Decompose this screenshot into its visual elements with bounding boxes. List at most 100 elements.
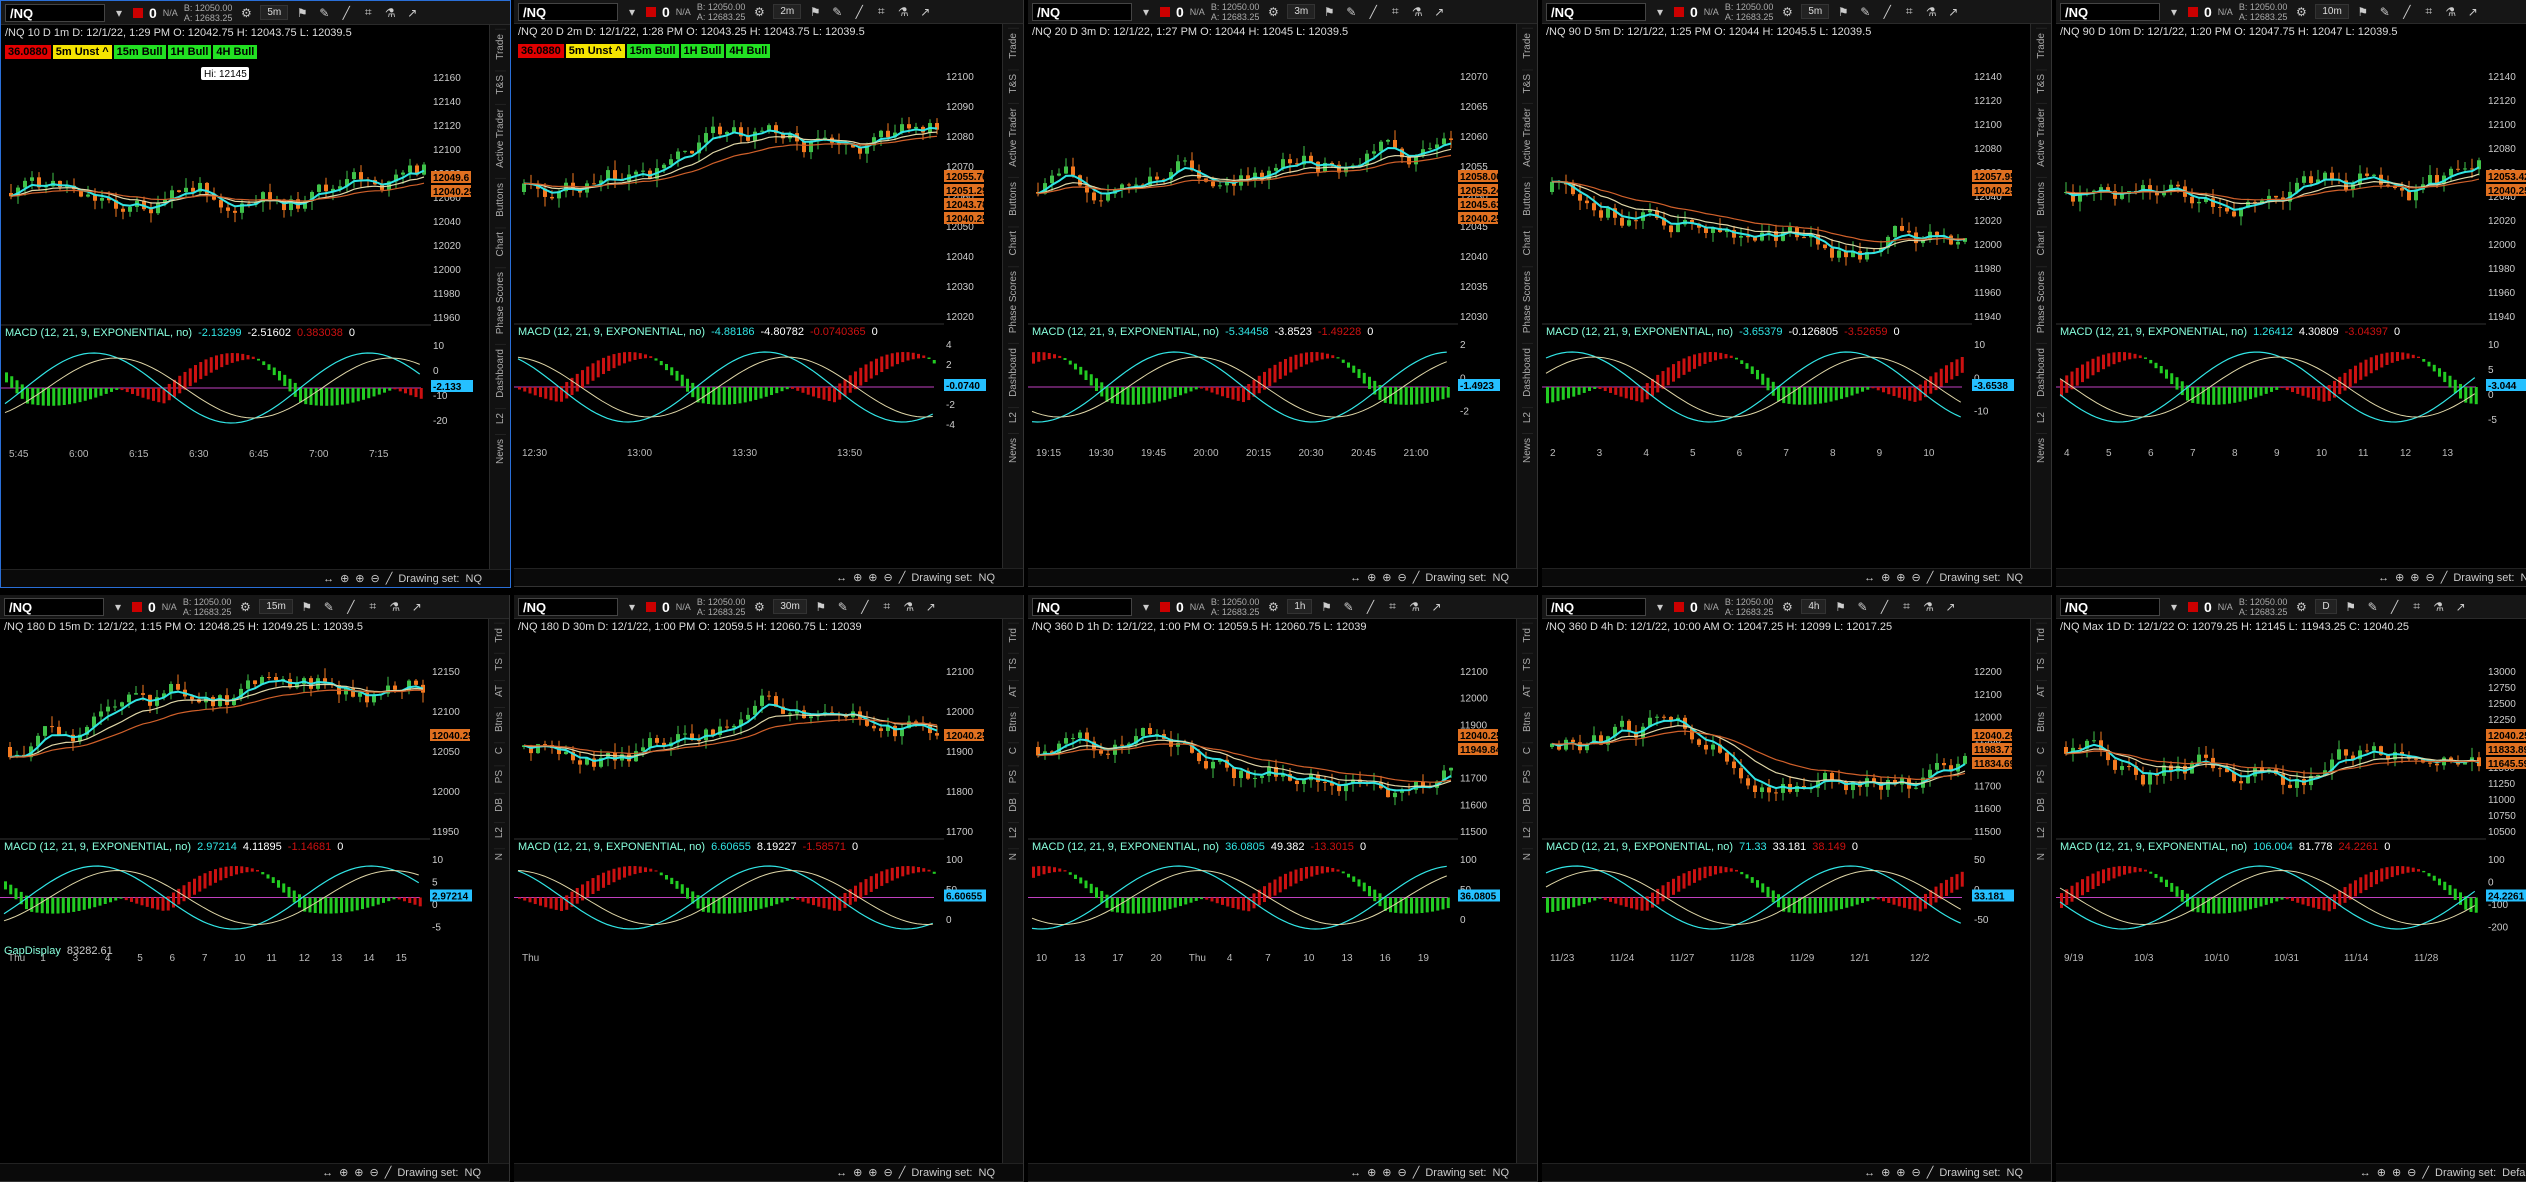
zoom-out-icon[interactable]: ⊖ — [2426, 571, 2435, 584]
drawing-set-value[interactable]: NQ — [979, 572, 996, 584]
pan-icon[interactable]: ↔ — [1864, 572, 1875, 584]
side-tab[interactable]: TS — [2036, 653, 2047, 675]
drawing-line-icon[interactable]: ╱ — [338, 5, 354, 21]
timeframe-selector[interactable]: 3m — [1287, 4, 1315, 19]
expand-icon[interactable]: ↗ — [917, 4, 933, 20]
drawing-set-value[interactable]: NQ — [1493, 572, 1510, 584]
grid-icon[interactable]: ⌗ — [1901, 4, 1917, 20]
pencil-icon[interactable]: ✎ — [1854, 599, 1870, 615]
side-tab[interactable]: AT — [1522, 680, 1533, 701]
draw-icon[interactable]: ╱ — [1927, 1166, 1934, 1179]
gear-icon[interactable]: ⚙ — [751, 4, 767, 20]
crosshair-icon[interactable]: ⊕ — [853, 1166, 862, 1179]
side-tab[interactable]: TS — [494, 653, 505, 675]
crosshair-icon[interactable]: ⊕ — [2395, 571, 2404, 584]
price-chart[interactable]: 1220012100120001190011800117001160011500… — [1542, 619, 2031, 1181]
zoom-in-icon[interactable]: ⊕ — [2392, 1166, 2401, 1179]
chevron-down-icon[interactable]: ▾ — [1652, 4, 1668, 20]
draw-icon[interactable]: ╱ — [899, 571, 906, 584]
pan-icon[interactable]: ↔ — [2360, 1167, 2371, 1179]
grid-icon[interactable]: ⌗ — [365, 599, 381, 615]
chevron-down-icon[interactable]: ▾ — [1652, 599, 1668, 615]
side-tab[interactable]: News — [2036, 433, 2047, 467]
zoom-in-icon[interactable]: ⊕ — [354, 1166, 363, 1179]
drawing-line-icon[interactable]: ╱ — [1879, 4, 1895, 20]
side-tab[interactable]: T&S — [2036, 69, 2047, 97]
symbol-input[interactable]: /NQ — [1032, 3, 1132, 21]
alert-flag-icon[interactable] — [2188, 7, 2198, 17]
side-tab[interactable]: Chart — [1008, 226, 1019, 259]
crosshair-icon[interactable]: ⊕ — [1881, 1166, 1890, 1179]
price-chart[interactable]: 1207012065120601205512050120451204012035… — [1028, 24, 1517, 586]
drawing-line-icon[interactable]: ╱ — [1365, 4, 1381, 20]
pan-icon[interactable]: ↔ — [836, 572, 847, 584]
expand-icon[interactable]: ↗ — [1428, 599, 1444, 615]
chart-panel[interactable]: /NQ▾0N/AB: 12050.00A: 12683.25⚙5m⚑✎╱⌗⚗↗T… — [0, 0, 511, 588]
drawing-line-icon[interactable]: ╱ — [851, 4, 867, 20]
chevron-down-icon[interactable]: ▾ — [624, 599, 640, 615]
flask-icon[interactable]: ⚗ — [382, 5, 398, 21]
drawing-line-icon[interactable]: ╱ — [2387, 599, 2403, 615]
chart-panel[interactable]: /NQ▾0N/AB: 12050.00A: 12683.25⚙D⚑✎╱⌗⚗↗Tr… — [2056, 595, 2526, 1182]
drawing-line-icon[interactable]: ╱ — [343, 599, 359, 615]
side-tab[interactable]: Active Trader — [1008, 103, 1019, 171]
zoom-out-icon[interactable]: ⊖ — [884, 571, 893, 584]
chevron-down-icon[interactable]: ▾ — [1138, 599, 1154, 615]
side-tab[interactable]: Chart — [1522, 226, 1533, 259]
chart-panel[interactable]: /NQ▾0N/AB: 12050.00A: 12683.25⚙5m⚑✎╱⌗⚗↗T… — [1542, 0, 2052, 587]
zoom-in-icon[interactable]: ⊕ — [868, 571, 877, 584]
timeframe-selector[interactable]: 5m — [260, 5, 288, 20]
crosshair-icon[interactable]: ⊕ — [339, 1166, 348, 1179]
crosshair-icon[interactable]: ⊕ — [340, 572, 349, 585]
draw-icon[interactable]: ╱ — [2422, 1166, 2429, 1179]
chevron-down-icon[interactable]: ▾ — [111, 5, 127, 21]
expand-icon[interactable]: ↗ — [409, 599, 425, 615]
side-tab[interactable]: News — [495, 434, 506, 468]
side-tab[interactable]: Buttons — [495, 178, 506, 221]
flag-icon[interactable]: ⚑ — [2343, 599, 2359, 615]
alert-flag-icon[interactable] — [646, 7, 656, 17]
flask-icon[interactable]: ⚗ — [901, 599, 917, 615]
gear-icon[interactable]: ⚙ — [2293, 599, 2309, 615]
side-tab[interactable]: AT — [2036, 680, 2047, 701]
side-tab[interactable]: C — [1008, 742, 1019, 758]
side-tab[interactable]: Btns — [2036, 707, 2047, 736]
alert-flag-icon[interactable] — [132, 602, 142, 612]
side-tab[interactable]: PS — [494, 765, 505, 787]
side-tab[interactable]: DB — [494, 793, 505, 816]
chevron-down-icon[interactable]: ▾ — [110, 599, 126, 615]
gear-icon[interactable]: ⚙ — [1779, 599, 1795, 615]
macd-study-label[interactable]: MACD (12, 21, 9, EXPONENTIAL, no)106.004… — [2060, 841, 2396, 853]
side-tab[interactable]: C — [494, 742, 505, 758]
gear-icon[interactable]: ⚙ — [238, 5, 254, 21]
zoom-out-icon[interactable]: ⊖ — [1398, 571, 1407, 584]
pencil-icon[interactable]: ✎ — [316, 5, 332, 21]
alert-flag-icon[interactable] — [1160, 602, 1170, 612]
side-tab[interactable]: Phase Scores — [2036, 266, 2047, 337]
side-tab[interactable]: Buttons — [1008, 177, 1019, 220]
flag-icon[interactable]: ⚑ — [2355, 4, 2371, 20]
alert-flag-icon[interactable] — [2188, 602, 2198, 612]
side-tab[interactable]: T&S — [1522, 69, 1533, 97]
draw-icon[interactable]: ╱ — [386, 572, 393, 585]
gear-icon[interactable]: ⚙ — [1779, 4, 1795, 20]
expand-icon[interactable]: ↗ — [2453, 599, 2469, 615]
pan-icon[interactable]: ↔ — [836, 1167, 847, 1179]
expand-icon[interactable]: ↗ — [404, 5, 420, 21]
timeframe-selector[interactable]: 5m — [1801, 4, 1829, 19]
side-tab[interactable]: C — [1522, 742, 1533, 758]
side-tab[interactable]: L2 — [2036, 407, 2047, 427]
zoom-out-icon[interactable]: ⊖ — [1398, 1166, 1407, 1179]
flag-icon[interactable]: ⚑ — [299, 599, 315, 615]
draw-icon[interactable]: ╱ — [1927, 571, 1934, 584]
side-tab[interactable]: L2 — [494, 822, 505, 842]
side-tab[interactable]: C — [2036, 742, 2047, 758]
zoom-in-icon[interactable]: ⊕ — [1896, 571, 1905, 584]
chart-panel[interactable]: /NQ▾0N/AB: 12050.00A: 12683.25⚙30m⚑✎╱⌗⚗↗… — [514, 595, 1024, 1182]
crosshair-icon[interactable]: ⊕ — [853, 571, 862, 584]
gear-icon[interactable]: ⚙ — [1265, 599, 1281, 615]
macd-study-label[interactable]: MACD (12, 21, 9, EXPONENTIAL, no)-5.3445… — [1032, 326, 1379, 338]
macd-study-label[interactable]: MACD (12, 21, 9, EXPONENTIAL, no)2.97214… — [4, 841, 349, 853]
timeframe-selector[interactable]: 1h — [1287, 599, 1312, 614]
flask-icon[interactable]: ⚗ — [1920, 599, 1936, 615]
